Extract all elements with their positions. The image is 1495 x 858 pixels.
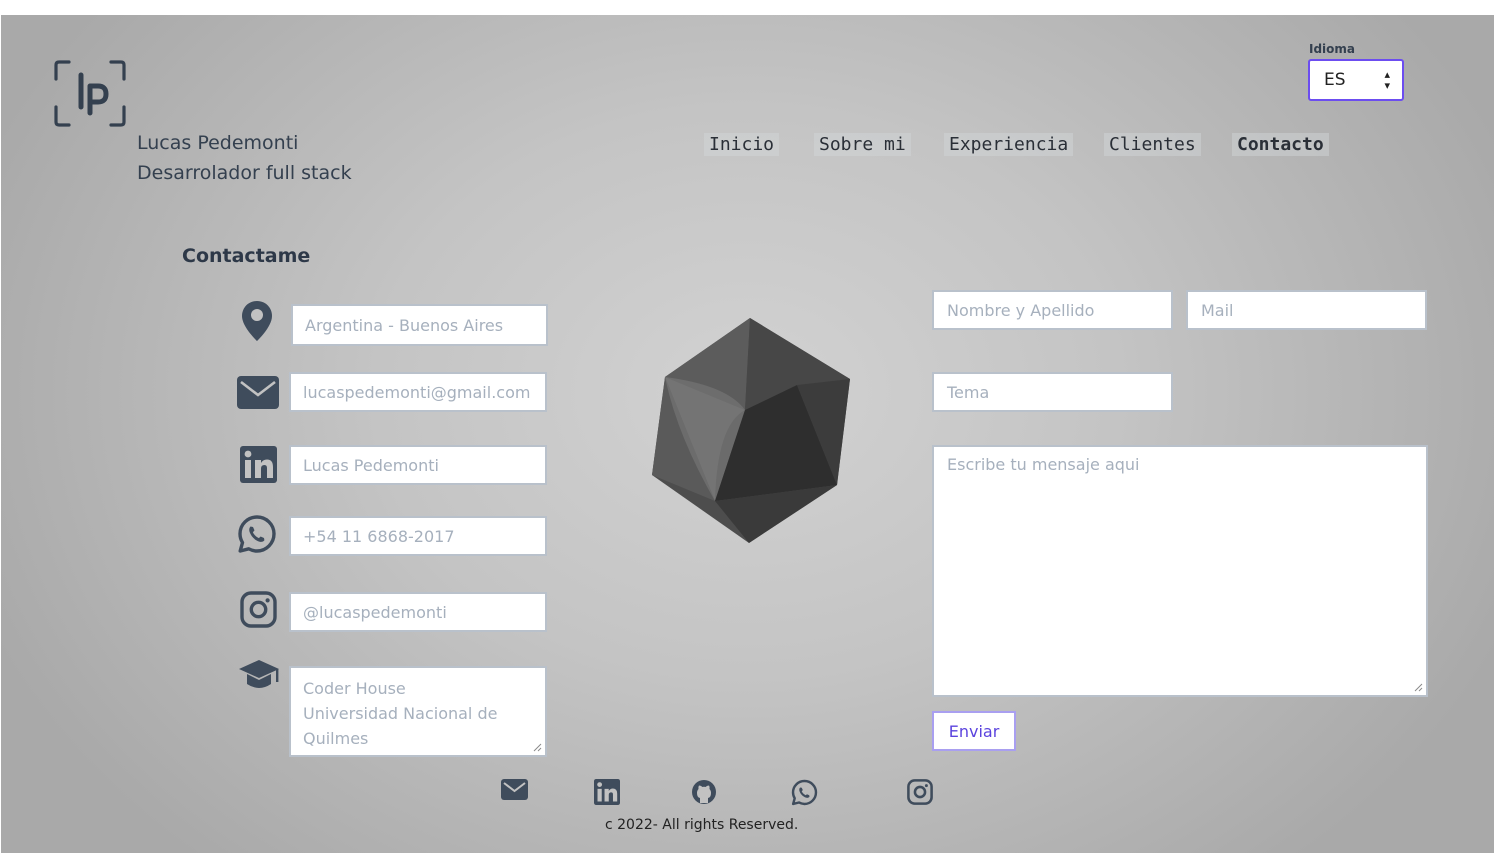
polyhedron-graphic [652, 318, 850, 543]
message-textarea[interactable]: Escribe tu mensaje aqui [932, 445, 1428, 697]
education-line: Coder House [303, 679, 406, 698]
mail-icon[interactable] [501, 779, 528, 804]
send-button[interactable]: Enviar [932, 711, 1016, 751]
location-value: Argentina - Buenos Aires [305, 315, 504, 335]
email-value: lucaspedemonti@gmail.com [303, 382, 531, 402]
logo-mark-icon [54, 60, 126, 127]
linkedin-field[interactable]: Lucas Pedemonti [289, 445, 547, 485]
phone-field[interactable]: +54 11 6868-2017 [289, 516, 547, 556]
resize-handle-icon[interactable] [533, 743, 542, 752]
email-field[interactable]: lucaspedemonti@gmail.com [289, 372, 547, 412]
copyright-text: c 2022- All rights Reserved. [605, 817, 799, 833]
linkedin-icon [240, 446, 277, 487]
education-line: Universidad Nacional de [303, 704, 498, 723]
page-background: Lucas Pedemonti Desarrolador full stack … [1, 15, 1494, 853]
name-placeholder: Nombre y Apellido [947, 300, 1095, 320]
nav-item-sobre-mi[interactable]: Sobre mi [814, 133, 911, 156]
instagram-field[interactable]: @lucaspedemonti [289, 592, 547, 632]
resize-handle-icon[interactable] [1414, 683, 1423, 692]
graduation-cap-icon [238, 658, 280, 700]
phone-value: +54 11 6868-2017 [303, 526, 455, 546]
linkedin-icon[interactable] [594, 779, 620, 809]
mail-icon [237, 376, 279, 413]
subject-placeholder: Tema [947, 382, 990, 402]
mail-placeholder: Mail [1201, 300, 1234, 320]
linkedin-value: Lucas Pedemonti [303, 455, 439, 475]
subject-input[interactable]: Tema [932, 372, 1173, 412]
instagram-icon [240, 591, 277, 632]
whatsapp-icon[interactable] [791, 779, 818, 810]
github-icon[interactable] [691, 779, 717, 809]
name-input[interactable]: Nombre y Apellido [932, 290, 1173, 330]
education-line: Quilmes [303, 729, 369, 748]
language-label: Idioma [1309, 42, 1356, 56]
brand-role: Desarrolador full stack [137, 162, 352, 184]
brand-name: Lucas Pedemonti [137, 132, 299, 154]
whatsapp-icon [237, 514, 277, 558]
nav-item-experiencia[interactable]: Experiencia [944, 133, 1074, 156]
language-select[interactable]: ES ▴ ▾ [1308, 59, 1404, 101]
brand-logo[interactable] [53, 59, 127, 129]
location-pin-icon [240, 300, 274, 346]
location-field[interactable]: Argentina - Buenos Aires [291, 304, 548, 346]
instagram-icon[interactable] [907, 779, 933, 809]
education-field[interactable]: Coder House Universidad Nacional de Quil… [289, 666, 547, 757]
nav-item-clientes[interactable]: Clientes [1104, 133, 1201, 156]
nav-item-contacto[interactable]: Contacto [1232, 133, 1329, 156]
mail-input[interactable]: Mail [1186, 290, 1427, 330]
language-selected-value: ES [1324, 70, 1346, 90]
message-placeholder: Escribe tu mensaje aqui [947, 455, 1140, 474]
nav-item-inicio[interactable]: Inicio [704, 133, 780, 156]
instagram-value: @lucaspedemonti [303, 602, 447, 622]
select-arrows-icon: ▴ ▾ [1384, 68, 1390, 92]
contact-title: Contactame [182, 245, 311, 267]
